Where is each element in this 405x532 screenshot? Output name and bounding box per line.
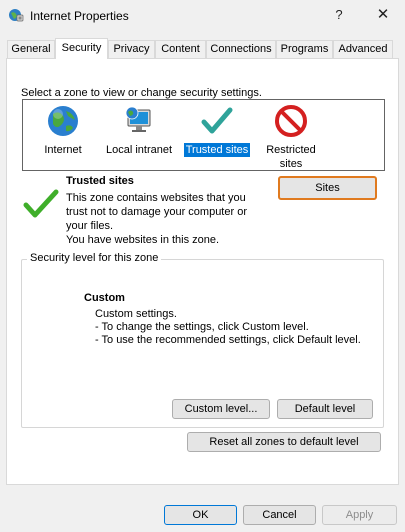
tab-content[interactable]: Content <box>155 40 206 58</box>
tab-security[interactable]: Security <box>55 38 108 59</box>
tab-privacy[interactable]: Privacy <box>108 40 155 58</box>
zone-prompt: Select a zone to view or change security… <box>21 87 262 99</box>
zone-internet-label: Internet <box>44 144 82 156</box>
security-panel: Select a zone to view or change security… <box>6 58 399 485</box>
security-level-title: Security level for this zone <box>27 252 162 264</box>
tab-strip: General Security Privacy Content Connect… <box>7 38 397 59</box>
zone-trusted-sites[interactable]: Trusted sites <box>183 104 251 157</box>
globe-icon <box>48 106 78 136</box>
zone-local-intranet[interactable]: Local intranet <box>103 104 175 157</box>
default-level-button[interactable]: Default level <box>277 399 373 419</box>
zone-internet[interactable]: Internet <box>35 104 91 157</box>
zone-trusted-sites-label: Trusted sites <box>183 143 251 157</box>
security-level-name: Custom <box>84 292 125 304</box>
zone-desc-line1: This zone contains websites that you <box>66 192 246 204</box>
zone-desc-line4: You have websites in this zone. <box>66 234 220 246</box>
help-button[interactable]: ? <box>327 3 351 27</box>
reset-all-zones-button[interactable]: Reset all zones to default level <box>187 432 381 452</box>
security-level-line2: - To change the settings, click Custom l… <box>95 321 309 333</box>
security-level-line1: Custom settings. <box>95 308 177 320</box>
zone-desc-line3: your files. <box>66 220 114 232</box>
title-bar: Internet Properties ? ✕ <box>0 0 405 30</box>
security-level-line3: - To use the recommended settings, click… <box>95 334 361 346</box>
tab-connections[interactable]: Connections <box>206 40 276 58</box>
tab-programs[interactable]: Programs <box>276 40 333 58</box>
cancel-button[interactable]: Cancel <box>243 505 316 525</box>
ok-button[interactable]: OK <box>164 505 237 525</box>
checkmark-icon <box>201 107 233 134</box>
zone-local-intranet-label: Local intranet <box>105 144 173 156</box>
window-title: Internet Properties <box>30 9 129 23</box>
zone-info-title: Trusted sites <box>66 175 134 187</box>
close-button[interactable]: ✕ <box>371 3 395 27</box>
custom-level-button[interactable]: Custom level... <box>172 399 270 419</box>
zone-restricted-sites-label: Restricted sites <box>266 144 316 170</box>
internet-properties-icon <box>9 9 24 22</box>
monitor-globe-icon <box>125 106 151 132</box>
zone-restricted-sites[interactable]: Restricted sites <box>259 104 323 171</box>
trusted-checkmark-icon <box>23 189 59 218</box>
tab-advanced[interactable]: Advanced <box>333 40 393 58</box>
apply-button[interactable]: Apply <box>322 505 397 525</box>
sites-button[interactable]: Sites <box>278 176 377 200</box>
zone-list[interactable]: Internet Local intranet Trusted sites Re… <box>22 99 385 171</box>
tab-general[interactable]: General <box>7 40 55 58</box>
zone-desc-line2: trust not to damage your computer or <box>66 206 247 218</box>
no-entry-icon <box>275 105 307 137</box>
